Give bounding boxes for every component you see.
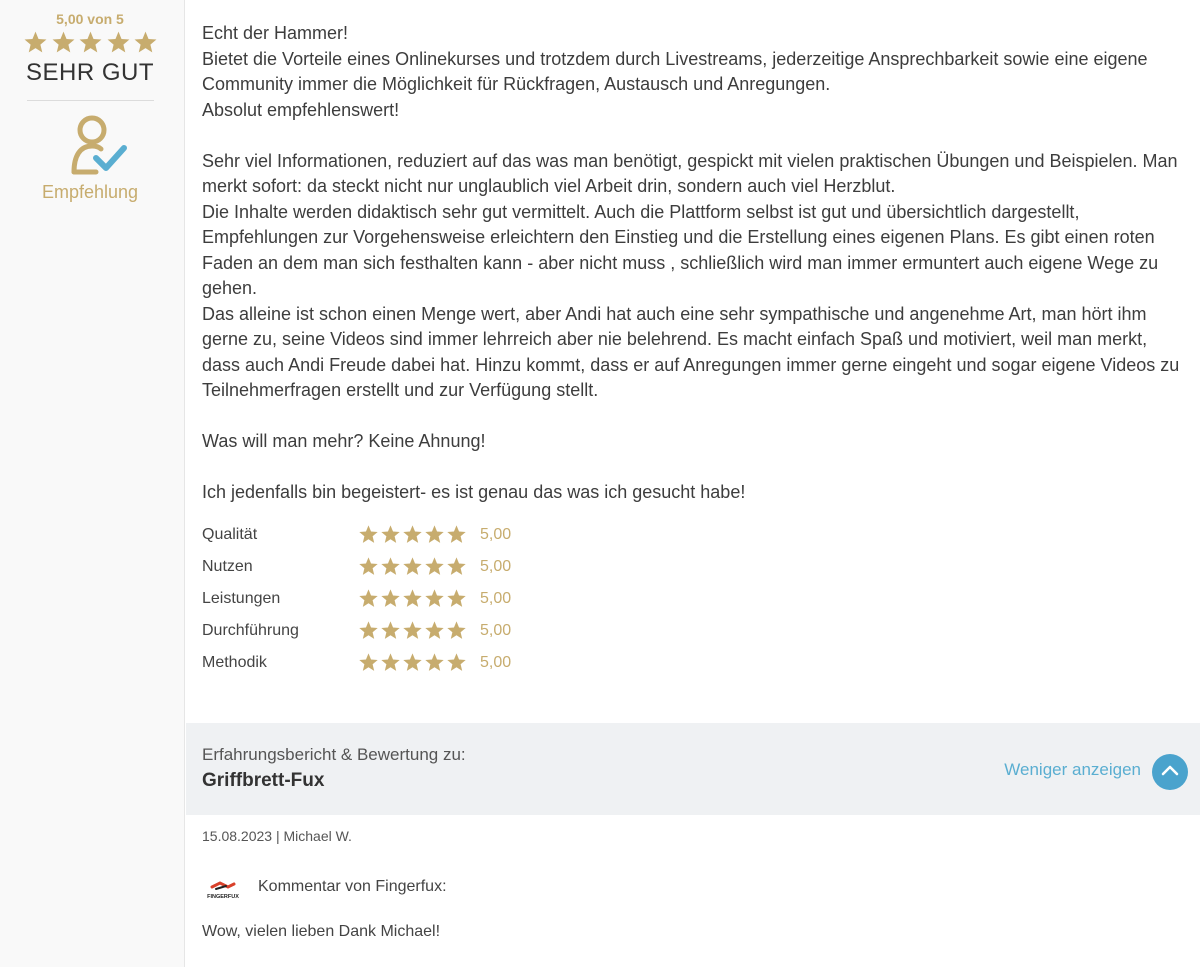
star-icon [424, 524, 445, 545]
overall-score: 5,00 von 5 [56, 11, 124, 27]
star-icon [380, 620, 401, 641]
star-icon [446, 620, 467, 641]
rating-row: Leistungen 5,00 [202, 588, 602, 614]
star-icon [424, 620, 445, 641]
star-icon [78, 30, 103, 55]
review-paragraph: Das alleine ist schon einen Menge wert, … [202, 303, 1180, 401]
review-paragraph: Ich jedenfalls bin begeistert- es ist ge… [202, 482, 746, 502]
about-label: Erfahrungsbericht & Bewertung zu: [202, 745, 466, 764]
rating-label: Leistungen [202, 590, 281, 607]
star-icon [23, 30, 48, 55]
rating-row: Durchführung 5,00 [202, 620, 602, 646]
rating-value: 5,00 [480, 654, 512, 671]
star-icon [402, 652, 423, 673]
star-icon [358, 652, 379, 673]
star-icon [446, 524, 467, 545]
sidebar-divider [27, 100, 154, 101]
comment-body: Wow, vielen lieben Dank Michael! [202, 923, 441, 940]
star-icon [380, 524, 401, 545]
star-icon [358, 556, 379, 577]
overall-stars [23, 30, 158, 55]
product-name: Griffbrett-Fux [202, 770, 325, 791]
star-icon [358, 524, 379, 545]
star-icon [446, 556, 467, 577]
fingerfux-logo: FINGERFUX [206, 878, 240, 900]
review-paragraph: Echt der Hammer! [202, 23, 349, 43]
star-icon [402, 524, 423, 545]
star-icon [402, 588, 423, 609]
overall-verdict: SEHR GUT [25, 59, 154, 86]
star-icon [424, 652, 445, 673]
star-icon [133, 30, 158, 55]
review-paragraph: Was will man mehr? Keine Ahnung! [202, 431, 486, 451]
rating-value: 5,00 [480, 622, 512, 639]
review-paragraph: Absolut empfehlenswert! [202, 99, 400, 120]
rating-sidebar: 5,00 von 5 SEHR GUT Empfehlung [0, 0, 185, 967]
comment-heading: Kommentar von Fingerfux: [258, 878, 447, 895]
logo-text: FINGERFUX [207, 894, 239, 900]
review-meta: 15.08.2023 | Michael W. [202, 828, 352, 844]
rating-label: Qualität [202, 526, 258, 543]
rating-row: Nutzen 5,00 [202, 556, 602, 582]
user-check-icon [66, 112, 130, 181]
star-icon [424, 556, 445, 577]
rating-stars [358, 588, 467, 609]
star-icon [106, 30, 131, 55]
rating-label: Nutzen [202, 558, 253, 575]
review-footer: Erfahrungsbericht & Bewertung zu: Griffb… [186, 723, 1200, 815]
star-icon [446, 652, 467, 673]
star-icon [51, 30, 76, 55]
review-paragraph: Die Inhalte werden didaktisch sehr gut v… [202, 201, 1159, 299]
rating-row: Methodik 5,00 [202, 652, 602, 678]
star-icon [380, 556, 401, 577]
review-text: Echt der Hammer! Bietet die Vorteile eine… [202, 21, 1182, 506]
star-icon [424, 588, 445, 609]
show-less-link[interactable]: Weniger anzeigen [1004, 760, 1141, 780]
star-icon [358, 588, 379, 609]
rating-stars [358, 652, 467, 673]
chevron-up-icon [1161, 763, 1179, 781]
recommendation-label: Empfehlung [41, 182, 139, 202]
review-paragraph: Sehr viel Informationen, reduziert auf d… [202, 150, 1178, 197]
rating-value: 5,00 [480, 558, 512, 575]
rating-label: Durchführung [202, 622, 299, 639]
rating-stars [358, 620, 467, 641]
star-icon [380, 588, 401, 609]
review-paragraph: Bietet die Vorteile eines Onlinekurses u… [202, 48, 1148, 95]
rating-label: Methodik [202, 654, 267, 671]
rating-stars [358, 556, 467, 577]
star-icon [380, 652, 401, 673]
rating-value: 5,00 [480, 590, 512, 607]
rating-row: Qualität 5,00 [202, 524, 602, 550]
star-icon [402, 620, 423, 641]
star-icon [446, 588, 467, 609]
star-icon [358, 620, 379, 641]
collapse-button[interactable] [1152, 754, 1188, 790]
rating-value: 5,00 [480, 526, 512, 543]
star-icon [402, 556, 423, 577]
rating-stars [358, 524, 467, 545]
